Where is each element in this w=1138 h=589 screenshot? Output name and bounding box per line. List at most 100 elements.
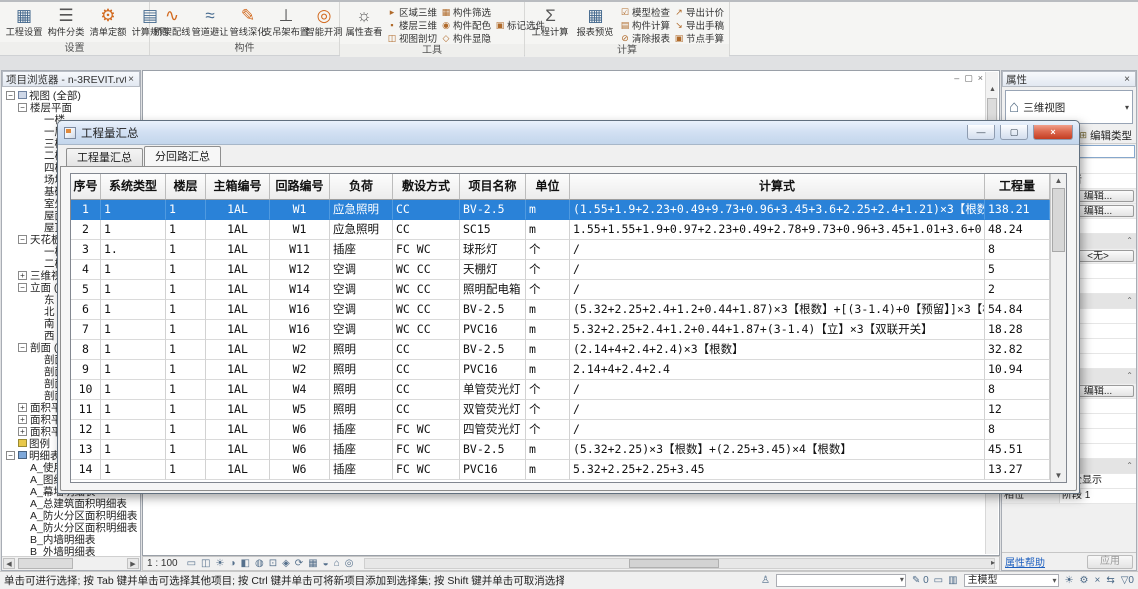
table-row[interactable]: 7 1 1 1AL W16 空调 WC CC PVC16 m 5.32+2.25… (71, 320, 1050, 340)
maximize-button[interactable]: ▢ (1000, 125, 1028, 140)
status-icon[interactable]: ▥ (948, 575, 957, 586)
canvas-hscrollbar[interactable] (364, 558, 995, 569)
view-control-icon[interactable]: ◒ (323, 558, 329, 569)
ribbon-small-button[interactable]: ▸ 区域三维 (386, 6, 438, 18)
restore-icon[interactable]: ▢ (964, 73, 973, 84)
apply-button[interactable]: 应用 (1087, 555, 1133, 569)
view-control-icon[interactable]: ◍ (255, 558, 264, 569)
view-control-icon[interactable]: ⟳ (295, 558, 303, 569)
workset-combobox[interactable] (776, 574, 906, 587)
tree-item[interactable]: B_外墙明细表 (2, 545, 140, 556)
column-header[interactable]: 回路编号 (270, 174, 330, 200)
ribbon-button[interactable]: ⚙ 清单定额 (88, 4, 128, 38)
close-icon[interactable]: × (978, 73, 983, 84)
design-option-combobox[interactable]: 主模型 (964, 574, 1059, 587)
table-row[interactable]: 14 1 1 1AL W6 插座 FC WC PVC16 m 5.32+2.25… (71, 460, 1050, 480)
table-row[interactable]: 6 1 1 1AL W16 空调 WC CC BV-2.5 m (5.32+2.… (71, 300, 1050, 320)
column-header[interactable]: 楼层 (166, 174, 206, 200)
column-header[interactable]: 计算式 (570, 174, 985, 200)
scroll-left-icon[interactable]: ◀ (3, 558, 15, 569)
ribbon-small-button[interactable]: ↗ 导出计价 (673, 6, 725, 18)
status-icon[interactable]: ⚙ (1080, 575, 1089, 586)
tree-expander-icon[interactable]: − (18, 235, 27, 244)
ribbon-small-button[interactable]: ◫ 视图剖切 (386, 32, 438, 44)
table-row[interactable]: 11 1 1 1AL W5 照明 CC 双管荧光灯 个 / 12 (71, 400, 1050, 420)
dialog-tab[interactable]: 分回路汇总 (144, 146, 221, 166)
table-vscrollbar[interactable] (1050, 174, 1066, 482)
ribbon-small-button[interactable]: ▦ 构件筛选 (440, 6, 492, 18)
view-scale[interactable]: 1 : 100 (147, 558, 182, 569)
tree-expander-icon[interactable]: + (18, 415, 27, 424)
ribbon-button[interactable]: ∿ 桥架配线 (154, 4, 190, 38)
ribbon-small-button[interactable]: ☑ 模型检查 (619, 6, 671, 18)
ribbon-button[interactable]: ▦ 工程设置 (4, 4, 44, 38)
table-row[interactable]: 8 1 1 1AL W2 照明 CC BV-2.5 m (2.14+4+2.4+… (71, 340, 1050, 360)
column-header[interactable]: 项目名称 (460, 174, 526, 200)
view-control-icon[interactable]: ⌂ (334, 558, 340, 569)
column-header[interactable]: 主箱编号 (206, 174, 270, 200)
ribbon-button[interactable]: ≈ 管道避让 (192, 4, 228, 38)
ribbon-small-button[interactable]: ▤ 构件计算 (619, 19, 671, 31)
table-row[interactable]: 2 1 1 1AL W1 应急照明 CC SC15 m 1.55+1.55+1.… (71, 220, 1050, 240)
worksharing-icon[interactable]: ♙ (761, 575, 770, 586)
view-control-icon[interactable]: ▭ (187, 558, 196, 569)
status-icon[interactable]: × (1095, 575, 1101, 586)
dialog-titlebar[interactable]: 工程量汇总 — ▢ × (58, 121, 1079, 145)
view-control-icon[interactable]: ☀ (216, 558, 225, 569)
chevron-down-icon[interactable]: ▾ (1125, 103, 1129, 112)
view-control-icon[interactable]: ◫ (201, 558, 210, 569)
minimize-button[interactable]: — (967, 125, 995, 140)
table-row[interactable]: 5 1 1 1AL W14 空调 WC CC 照明配电箱 个 / 2 (71, 280, 1050, 300)
tree-item[interactable]: − 楼层平面 (2, 101, 140, 113)
ribbon-button[interactable]: ◎ 智能开洞 (306, 4, 342, 38)
tree-expander-icon[interactable]: − (18, 343, 27, 352)
tree-expander-icon[interactable]: + (18, 403, 27, 412)
tree-expander-icon[interactable]: − (6, 451, 15, 460)
table-row[interactable]: 4 1 1 1AL W12 空调 WC CC 天棚灯 个 / 5 (71, 260, 1050, 280)
table-row[interactable]: 1 1 1 1AL W1 应急照明 CC BV-2.5 m (1.55+1.9+… (71, 200, 1050, 220)
status-icon[interactable]: ☀ (1065, 575, 1074, 586)
scroll-right-icon[interactable]: ▶ (127, 558, 139, 569)
ribbon-button[interactable]: ☰ 构件分类 (46, 4, 86, 38)
minimize-icon[interactable]: – (954, 73, 959, 84)
table-row[interactable]: 12 1 1 1AL W6 插座 FC WC 四管荧光灯 个 / 8 (71, 420, 1050, 440)
column-header[interactable]: 负荷 (330, 174, 393, 200)
status-icon[interactable]: ▽0 (1121, 575, 1134, 586)
ribbon-button[interactable]: ☼ 属性查看 (344, 4, 384, 38)
project-browser-hscrollbar[interactable]: ◀ ▶ (2, 556, 140, 570)
column-header[interactable]: 工程量 (985, 174, 1050, 200)
tree-expander-icon[interactable]: + (18, 427, 27, 436)
table-row[interactable]: 13 1 1 1AL W6 插座 FC WC BV-2.5 m (5.32+2.… (71, 440, 1050, 460)
scrollbar-thumb[interactable] (629, 559, 719, 568)
close-icon[interactable]: × (126, 74, 136, 85)
close-icon[interactable]: × (1122, 74, 1132, 85)
column-header[interactable]: 序号 (71, 174, 101, 200)
ribbon-small-button[interactable]: ⊘ 清除报表 (619, 32, 671, 44)
view-control-icon[interactable]: ◎ (345, 558, 354, 569)
view-control-icon[interactable]: ◑ (229, 558, 235, 569)
view-control-icon[interactable]: ⊡ (269, 558, 277, 569)
type-selector[interactable]: ⌂ 三维视图 ▾ (1005, 90, 1133, 124)
ribbon-small-button[interactable]: ↘ 导出手稿 (673, 19, 725, 31)
view-control-icon[interactable]: ◧ (241, 558, 250, 569)
column-header[interactable]: 敷设方式 (393, 174, 460, 200)
status-icon[interactable]: ✎ 0 (912, 575, 929, 586)
table-row[interactable]: 3 1. 1 1AL W11 插座 FC WC 球形灯 个 / 8 (71, 240, 1050, 260)
table-row[interactable]: 10 1 1 1AL W4 照明 CC 单管荧光灯 个 / 8 (71, 380, 1050, 400)
table-row[interactable]: 9 1 1 1AL W2 照明 CC PVC16 m 2.14+4+2.4+2.… (71, 360, 1050, 380)
close-button[interactable]: × (1033, 125, 1073, 140)
tree-expander-icon[interactable]: − (18, 283, 27, 292)
tree-expander-icon[interactable]: − (18, 103, 27, 112)
properties-help-link[interactable]: 属性帮助 (1005, 554, 1045, 569)
dialog-tab[interactable]: 工程量汇总 (66, 148, 143, 166)
ribbon-small-button[interactable]: ▪ 楼层三维 (386, 19, 438, 31)
ribbon-small-button[interactable]: ▣ 节点手算 (673, 32, 725, 44)
view-control-icon[interactable]: ▦ (308, 558, 317, 569)
tree-expander-icon[interactable]: + (18, 271, 27, 280)
column-header[interactable]: 系统类型 (101, 174, 166, 200)
scrollbar-thumb[interactable] (18, 558, 73, 569)
ribbon-small-button[interactable]: ◉ 构件配色 (440, 19, 492, 31)
ribbon-button[interactable]: ✎ 管线深化 (230, 4, 266, 38)
scrollbar-thumb[interactable] (1052, 188, 1065, 252)
ribbon-button[interactable]: Σ 工程计算 (529, 4, 572, 38)
